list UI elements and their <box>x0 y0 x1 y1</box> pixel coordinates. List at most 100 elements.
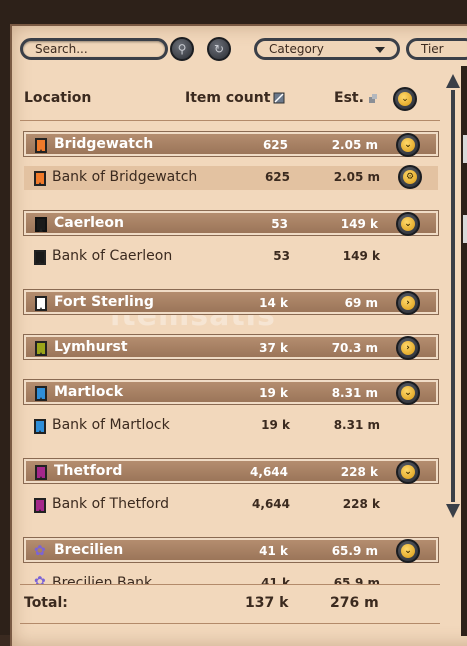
bank-row-thetford[interactable]: Bank of Thetford 4,644 228 k <box>24 493 438 517</box>
expand-button[interactable]: › <box>396 336 420 360</box>
city-row-thetford[interactable]: Thetford 4,644 228 k ⌄ <box>23 458 439 484</box>
city-row-bridgewatch[interactable]: Bridgewatch 625 2.05 m ⌄ <box>23 131 439 157</box>
city-row-fort-sterling[interactable]: Fort Sterling 14 k 69 m › <box>23 289 439 315</box>
estimated-value: 8.31 m <box>333 418 380 432</box>
city-name: Thetford <box>54 463 123 479</box>
refresh-icon: ↻ <box>213 42 225 56</box>
scroll-down-button[interactable] <box>446 504 460 518</box>
gear-icon: ⚙ <box>403 170 417 184</box>
search-icon: ⚲ <box>177 42 187 56</box>
tier-dropdown-label: Tier <box>421 42 444 56</box>
bank-name: Bank of Bridgewatch <box>52 169 198 185</box>
collapse-button[interactable]: ⌄ <box>396 381 420 405</box>
expand-button[interactable]: › <box>396 291 420 315</box>
city-name: Fort Sterling <box>54 294 154 310</box>
item-count: 625 <box>264 170 290 184</box>
total-label: Total: <box>24 595 68 611</box>
item-count: 41 k <box>259 544 288 558</box>
window-top-border <box>0 0 467 24</box>
bank-name: Brecilien Bank <box>52 575 153 584</box>
search-button[interactable]: ⚲ <box>170 37 194 61</box>
open-bank-button[interactable]: ⚙ <box>398 165 422 189</box>
brecilien-emblem-icon: ✿ <box>34 574 46 584</box>
sort-icon <box>273 92 285 104</box>
chevron-down-icon: ⌄ <box>401 465 415 479</box>
reset-button[interactable]: ↻ <box>207 37 231 61</box>
city-flag-icon <box>35 386 47 401</box>
chevron-down-icon <box>375 47 385 53</box>
city-name: Caerleon <box>54 215 124 231</box>
city-flag-icon <box>34 419 46 434</box>
item-count: 53 <box>273 249 290 263</box>
city-row-brecilien[interactable]: ✿ Brecilien 41 k 65.9 m ⌄ <box>23 537 439 563</box>
collapse-button[interactable]: ⌄ <box>396 212 420 236</box>
tier-dropdown[interactable]: Tier <box>406 38 467 60</box>
city-flag-icon <box>34 171 46 186</box>
collapse-button[interactable]: ⌄ <box>396 133 420 157</box>
city-flag-icon <box>35 341 47 356</box>
collapse-button[interactable]: ⌄ <box>396 539 420 563</box>
category-dropdown[interactable]: Category <box>254 38 400 60</box>
header-divider <box>20 120 440 121</box>
item-count: 4,644 <box>250 465 288 479</box>
scroll-up-button[interactable] <box>446 74 460 88</box>
bank-name: Bank of Thetford <box>52 496 169 512</box>
bank-row-martlock[interactable]: Bank of Martlock 19 k 8.31 m <box>24 414 438 438</box>
category-dropdown-label: Category <box>269 42 324 56</box>
window-left-border <box>0 0 10 635</box>
item-count: 625 <box>262 138 288 152</box>
item-count: 14 k <box>259 296 288 310</box>
bank-name: Bank of Martlock <box>52 417 170 433</box>
bottom-divider <box>20 623 440 624</box>
item-count-header-label: Item count <box>185 90 271 106</box>
search-input[interactable]: Search... <box>20 38 168 60</box>
item-count: 41 k <box>261 576 290 584</box>
brecilien-emblem-icon: ✿ <box>34 543 46 559</box>
city-name: Brecilien <box>54 542 124 558</box>
chevron-down-icon: ⌄ <box>401 217 415 231</box>
estimated-value: 70.3 m <box>331 341 378 355</box>
side-tab[interactable] <box>463 135 467 163</box>
collapse-button[interactable]: ⌄ <box>396 460 420 484</box>
city-row-martlock[interactable]: Martlock 19 k 8.31 m ⌄ <box>23 379 439 405</box>
city-flag-icon <box>35 217 47 232</box>
bank-row-caerleon[interactable]: Bank of Caerleon 53 149 k <box>24 245 438 269</box>
city-flag-icon <box>35 465 47 480</box>
estimated-value: 149 k <box>340 217 378 231</box>
est-header[interactable]: Est. <box>334 90 379 106</box>
item-count: 4,644 <box>252 497 290 511</box>
city-name: Bridgewatch <box>54 136 154 152</box>
city-name: Martlock <box>54 384 124 400</box>
chevron-down-icon: ⌄ <box>401 138 415 152</box>
estimated-value: 69 m <box>344 296 378 310</box>
city-flag-icon <box>35 138 47 153</box>
city-row-caerleon[interactable]: Caerleon 53 149 k ⌄ <box>23 210 439 236</box>
bank-name: Bank of Caerleon <box>52 248 173 264</box>
chevron-down-icon: ⌄ <box>398 92 412 106</box>
estimated-value: 149 k <box>342 249 380 263</box>
total-item-count: 137 k <box>245 595 289 611</box>
estimated-value: 228 k <box>340 465 378 479</box>
item-count: 37 k <box>259 341 288 355</box>
location-header-label: Location <box>24 90 92 106</box>
chevron-right-icon: › <box>401 296 415 310</box>
item-count: 53 <box>271 217 288 231</box>
item-count: 19 k <box>261 418 290 432</box>
bank-row-bridgewatch[interactable]: Bank of Bridgewatch 625 2.05 m ⚙ <box>24 165 438 190</box>
collapse-all-button[interactable]: ⌄ <box>393 87 417 111</box>
estimated-value: 65.9 m <box>333 576 380 584</box>
city-flag-icon <box>34 250 46 265</box>
estimated-value: 2.05 m <box>331 138 378 152</box>
estimated-value: 2.05 m <box>333 170 380 184</box>
estimated-value: 228 k <box>342 497 380 511</box>
scrollbar-track[interactable] <box>451 90 455 502</box>
est-header-label: Est. <box>334 90 364 106</box>
city-flag-icon <box>34 498 46 513</box>
chevron-down-icon: ⌄ <box>401 386 415 400</box>
item-count-header[interactable]: Item count <box>185 90 285 106</box>
search-placeholder: Search... <box>35 42 88 56</box>
side-tab[interactable] <box>463 215 467 243</box>
bank-row-brecilien[interactable]: ✿ Brecilien Bank 41 k 65.9 m <box>24 572 438 584</box>
city-row-lymhurst[interactable]: Lymhurst 37 k 70.3 m › <box>23 334 439 360</box>
location-header[interactable]: Location <box>24 90 91 106</box>
